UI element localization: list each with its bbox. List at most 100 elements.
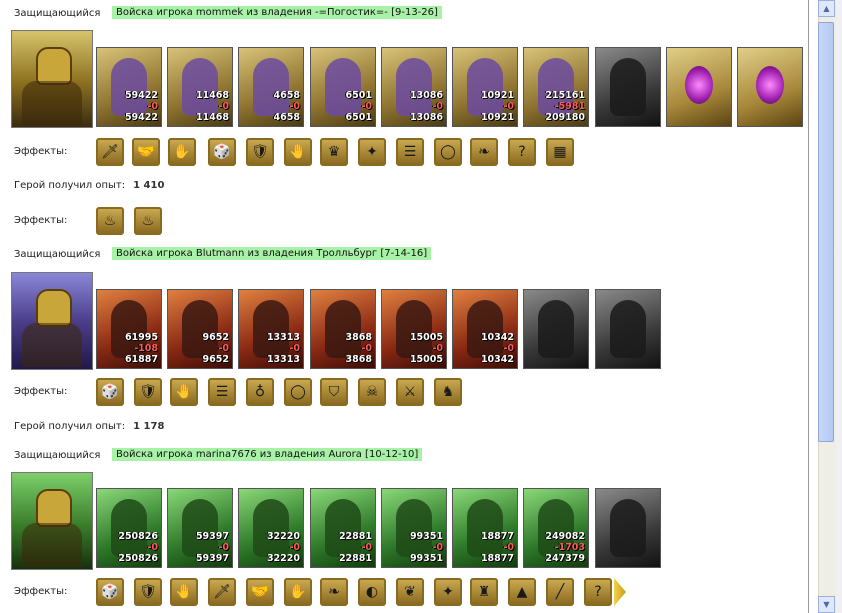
shield-icon[interactable]: 🛡	[134, 578, 162, 606]
shield-hand-icon[interactable]: 🤚	[170, 378, 198, 406]
unit-card[interactable]: 59397 -0 59397	[167, 488, 233, 568]
armor-icon[interactable]: ♜	[470, 578, 498, 606]
hero-portrait[interactable]	[11, 272, 93, 370]
unit-card[interactable]	[666, 47, 732, 127]
mask-icon-glyph: ◐	[365, 584, 379, 600]
skeleton-icon-glyph: ☠	[365, 384, 379, 400]
unit-card[interactable]	[595, 289, 661, 369]
unit-count: 18877	[480, 531, 514, 542]
hand-icon[interactable]: ✋	[168, 138, 196, 166]
skeleton-icon[interactable]: ☠	[358, 378, 386, 406]
dice-icon[interactable]: 🎲	[96, 378, 124, 406]
army-title: Войска игрока Blutmann из владения Тролл…	[112, 247, 432, 260]
unit-count: 59422	[124, 90, 158, 101]
ring-icon[interactable]: ◯	[284, 378, 312, 406]
shield-icon[interactable]: 🛡	[134, 378, 162, 406]
horn-icon[interactable]: ❧	[470, 138, 498, 166]
handshake-icon[interactable]: 🤝	[246, 578, 274, 606]
unit-card[interactable]: 215161 -5981 209180	[523, 47, 589, 127]
shield-icon[interactable]: 🛡	[246, 138, 274, 166]
unit-card[interactable]: 32220 -0 32220	[238, 488, 304, 568]
spear-icon[interactable]: ╱	[546, 578, 574, 606]
horn-icon[interactable]: ❧	[320, 578, 348, 606]
ring-icon[interactable]: ◯	[434, 138, 462, 166]
unit-card[interactable]: 3868 -0 3868	[310, 289, 376, 369]
pendant-icon[interactable]: ♁	[246, 378, 274, 406]
unit-remaining: 59397	[195, 553, 229, 564]
unit-figure	[610, 58, 646, 116]
unit-card[interactable]: 13086 -0 13086	[381, 47, 447, 127]
defender-label: Защищающийся	[14, 450, 101, 461]
shield-hand-icon[interactable]: 🤚	[284, 138, 312, 166]
unit-card[interactable]: 10921 -0 10921	[452, 47, 518, 127]
question-icon[interactable]: ?	[508, 138, 536, 166]
handshake-icon[interactable]: 🤝	[132, 138, 160, 166]
sword-icon[interactable]: 🗡	[208, 578, 236, 606]
scroll-up-button[interactable]: ▲	[818, 0, 835, 17]
horse-icon[interactable]: ♞	[434, 378, 462, 406]
shield-hand-icon-glyph: 🤚	[175, 384, 193, 400]
barrel-icon[interactable]: ☰	[208, 378, 236, 406]
unit-card[interactable]: 13313 -0 13313	[238, 289, 304, 369]
unit-card[interactable]: 10342 -0 10342	[452, 289, 518, 369]
pentagram-icon[interactable]: ✦	[434, 578, 462, 606]
hand-icon[interactable]: ✋	[284, 578, 312, 606]
wing-icon[interactable]: ❦	[396, 578, 424, 606]
unit-card[interactable]: 6501 -0 6501	[310, 47, 376, 127]
scrollbar-thumb[interactable]	[818, 22, 834, 442]
dice-icon[interactable]: 🎲	[96, 578, 124, 606]
shield-icon-glyph: 🛡	[139, 584, 157, 600]
unit-loss: -0	[432, 101, 443, 112]
unit-card[interactable]	[523, 289, 589, 369]
unit-figure	[610, 499, 646, 557]
unit-counts: 61995 -108 61887	[125, 332, 158, 365]
unit-remaining: 99351	[409, 553, 443, 564]
unit-card[interactable]: 4658 -0 4658	[238, 47, 304, 127]
more-effects-arrow[interactable]	[614, 578, 626, 606]
unit-card[interactable]: 9652 -0 9652	[167, 289, 233, 369]
unit-remaining: 18877	[480, 553, 514, 564]
unit-count: 9652	[202, 332, 229, 343]
barrel-icon[interactable]: ☰	[396, 138, 424, 166]
unit-card[interactable]: 61995 -108 61887	[96, 289, 162, 369]
unit-card[interactable]: 249082 -1703 247379	[523, 488, 589, 568]
unit-card[interactable]	[737, 47, 803, 127]
unit-card[interactable]: 11468 -0 11468	[167, 47, 233, 127]
sword-icon-glyph: 🗡	[213, 584, 231, 600]
hero-portrait[interactable]	[11, 472, 93, 570]
dice-icon[interactable]: 🎲	[208, 138, 236, 166]
unit-loss: -0	[361, 343, 372, 354]
unit-counts: 10921 -0 10921	[481, 90, 514, 123]
cage-icon[interactable]: ▦	[546, 138, 574, 166]
flask-pink-icon[interactable]: ♨	[96, 207, 124, 235]
unit-figure	[685, 66, 713, 104]
unit-card[interactable]: 15005 -0 15005	[381, 289, 447, 369]
hero-portrait[interactable]	[11, 30, 93, 128]
effects-label: Эффекты:	[14, 386, 68, 397]
unit-card[interactable]: 250826 -0 250826	[96, 488, 162, 568]
unit-loss: -0	[503, 101, 514, 112]
tent-icon[interactable]: ▲	[508, 578, 536, 606]
pentagram-icon[interactable]: ✦	[358, 138, 386, 166]
armor-icon-glyph: ♜	[477, 584, 491, 600]
unit-card[interactable]	[595, 47, 661, 127]
scroll-down-button[interactable]: ▼	[818, 596, 835, 613]
shield-blue-icon[interactable]: ⛉	[320, 378, 348, 406]
unit-loss: -0	[361, 101, 372, 112]
unit-remaining: 9652	[202, 354, 229, 365]
shield-hand-icon[interactable]: 🤚	[170, 578, 198, 606]
swords-icon[interactable]: ⚔	[396, 378, 424, 406]
crown-icon[interactable]: ♛	[320, 138, 348, 166]
unit-card[interactable]	[595, 488, 661, 568]
question-icon[interactable]: ?	[584, 578, 612, 606]
flask-green-icon[interactable]: ♨	[134, 207, 162, 235]
shield-hand-icon-glyph: 🤚	[175, 584, 193, 600]
unit-card[interactable]: 99351 -0 99351	[381, 488, 447, 568]
unit-card[interactable]: 22881 -0 22881	[310, 488, 376, 568]
mask-icon[interactable]: ◐	[358, 578, 386, 606]
swords-icon-glyph: ⚔	[403, 384, 417, 400]
unit-count: 249082	[545, 531, 585, 542]
unit-card[interactable]: 59422 -0 59422	[96, 47, 162, 127]
sword-icon[interactable]: 🗡	[96, 138, 124, 166]
unit-card[interactable]: 18877 -0 18877	[452, 488, 518, 568]
